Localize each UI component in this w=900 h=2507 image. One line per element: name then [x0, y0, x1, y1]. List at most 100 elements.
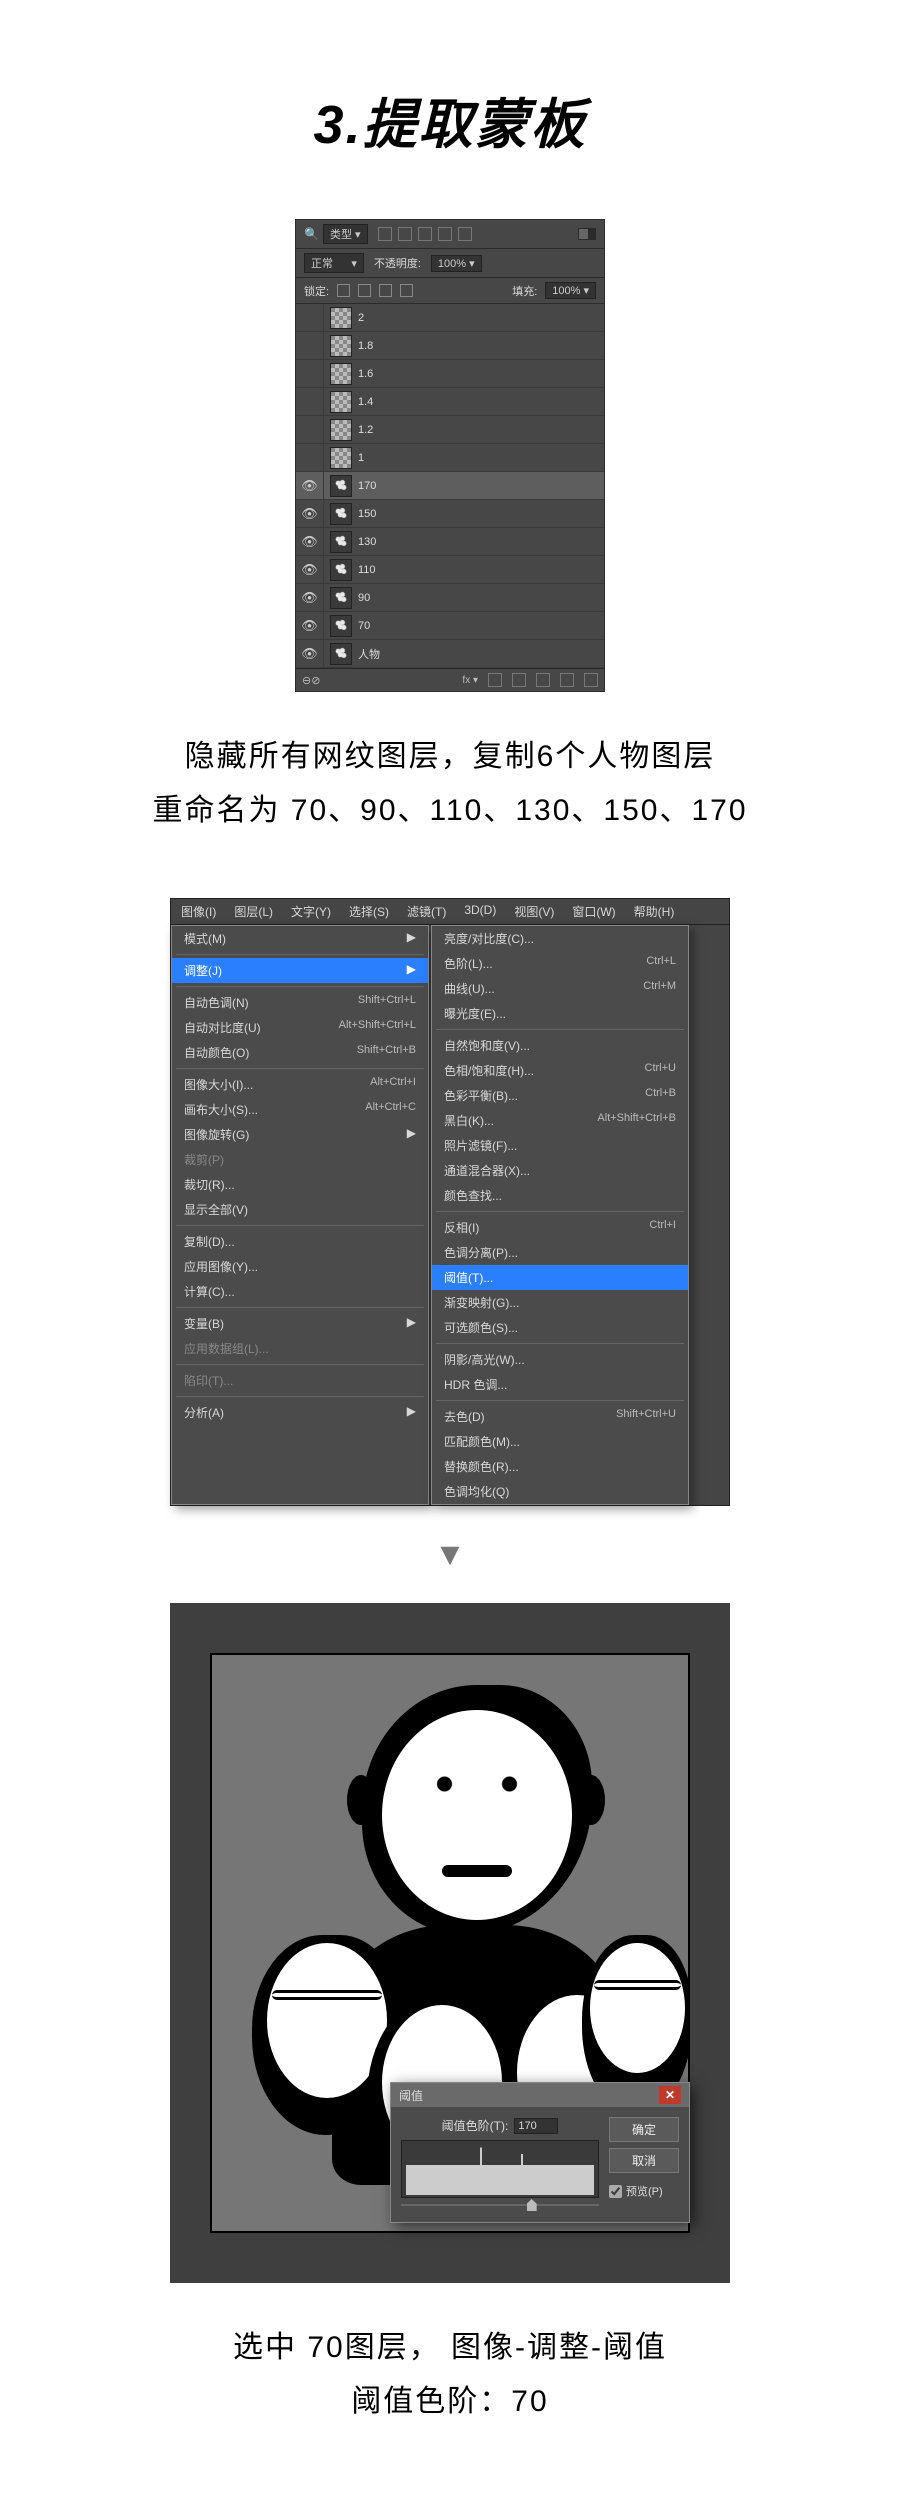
menu-item[interactable]: 阴影/高光(W)...: [432, 1347, 688, 1372]
menu-item[interactable]: 去色(D)Shift+Ctrl+U: [432, 1404, 688, 1429]
lock-pixels-icon[interactable]: [358, 284, 371, 297]
visibility-toggle[interactable]: [296, 388, 324, 416]
menu-item[interactable]: 色调均化(Q): [432, 1479, 688, 1504]
adjustment-icon[interactable]: [512, 673, 526, 687]
menu-item[interactable]: 替换颜色(R)...: [432, 1454, 688, 1479]
menubar-item[interactable]: 文字(Y): [291, 903, 331, 920]
menu-item[interactable]: 色阶(L)...Ctrl+L: [432, 951, 688, 976]
layer-row[interactable]: 👁 110: [296, 556, 604, 584]
menu-item[interactable]: 模式(M)▶: [172, 926, 428, 951]
menu-item[interactable]: 复制(D)...: [172, 1229, 428, 1254]
mask-icon[interactable]: [488, 673, 502, 687]
menu-item[interactable]: 应用图像(Y)...: [172, 1254, 428, 1279]
ok-button[interactable]: 确定: [609, 2117, 679, 2142]
layer-row[interactable]: 👁 90: [296, 584, 604, 612]
kind-select[interactable]: 类型 ▾: [323, 224, 368, 244]
layer-name[interactable]: 150: [358, 508, 376, 520]
menubar-item[interactable]: 窗口(W): [572, 903, 615, 920]
visibility-toggle[interactable]: [296, 304, 324, 332]
layer-name[interactable]: 1.2: [358, 424, 373, 436]
menu-item[interactable]: 自然饱和度(V)...: [432, 1033, 688, 1058]
layer-row[interactable]: 👁 170: [296, 472, 604, 500]
menu-item[interactable]: 阈值(T)...: [432, 1265, 688, 1290]
visibility-toggle[interactable]: [296, 416, 324, 444]
layer-name[interactable]: 1.8: [358, 340, 373, 352]
layer-name[interactable]: 2: [358, 312, 364, 324]
layer-row[interactable]: 1.2: [296, 416, 604, 444]
menubar-item[interactable]: 滤镜(T): [407, 903, 446, 920]
menu-item[interactable]: 调整(J)▶: [172, 958, 428, 983]
layer-row[interactable]: 2: [296, 304, 604, 332]
menubar-item[interactable]: 帮助(H): [634, 903, 675, 920]
menu-item[interactable]: 裁切(R)...: [172, 1172, 428, 1197]
visibility-toggle[interactable]: 👁: [296, 472, 324, 500]
new-layer-icon[interactable]: [560, 673, 574, 687]
menu-item[interactable]: 匹配颜色(M)...: [432, 1429, 688, 1454]
layer-name[interactable]: 130: [358, 536, 376, 548]
lock-all-icon[interactable]: [400, 284, 413, 297]
layer-name[interactable]: 90: [358, 592, 370, 604]
blend-mode-select[interactable]: 正常 ▾: [304, 253, 364, 273]
menubar-item[interactable]: 选择(S): [349, 903, 389, 920]
menu-item[interactable]: 自动颜色(O)Shift+Ctrl+B: [172, 1040, 428, 1065]
menubar-item[interactable]: 视图(V): [514, 903, 554, 920]
layer-row[interactable]: 👁 130: [296, 528, 604, 556]
lock-transparent-icon[interactable]: [337, 284, 350, 297]
visibility-toggle[interactable]: [296, 360, 324, 388]
menu-item[interactable]: 黑白(K)...Alt+Shift+Ctrl+B: [432, 1108, 688, 1133]
menu-item[interactable]: 反相(I)Ctrl+I: [432, 1215, 688, 1240]
layer-row[interactable]: 👁 150: [296, 500, 604, 528]
cancel-button[interactable]: 取消: [609, 2148, 679, 2173]
menu-item[interactable]: 图像大小(I)...Alt+Ctrl+I: [172, 1072, 428, 1097]
visibility-toggle[interactable]: 👁: [296, 528, 324, 556]
layer-name[interactable]: 170: [358, 480, 376, 492]
menu-item[interactable]: 显示全部(V): [172, 1197, 428, 1222]
menu-item[interactable]: 色彩平衡(B)...Ctrl+B: [432, 1083, 688, 1108]
menu-item[interactable]: 可选颜色(S)...: [432, 1315, 688, 1340]
menu-item[interactable]: 计算(C)...: [172, 1279, 428, 1304]
layer-row[interactable]: 1.6: [296, 360, 604, 388]
menu-item[interactable]: 色相/饱和度(H)...Ctrl+U: [432, 1058, 688, 1083]
menu-item[interactable]: 通道混合器(X)...: [432, 1158, 688, 1183]
menu-item[interactable]: 自动色调(N)Shift+Ctrl+L: [172, 990, 428, 1015]
menu-item[interactable]: 自动对比度(U)Alt+Shift+Ctrl+L: [172, 1015, 428, 1040]
visibility-toggle[interactable]: 👁: [296, 612, 324, 640]
close-icon[interactable]: ✕: [659, 2086, 681, 2104]
visibility-toggle[interactable]: 👁: [296, 584, 324, 612]
threshold-slider[interactable]: [401, 2200, 599, 2212]
delete-icon[interactable]: [584, 673, 598, 687]
menu-item[interactable]: 图像旋转(G)▶: [172, 1122, 428, 1147]
visibility-toggle[interactable]: 👁: [296, 556, 324, 584]
menu-item[interactable]: 渐变映射(G)...: [432, 1290, 688, 1315]
layer-row[interactable]: 👁 人物: [296, 640, 604, 668]
visibility-toggle[interactable]: 👁: [296, 500, 324, 528]
menu-item[interactable]: 颜色查找...: [432, 1183, 688, 1208]
menu-item[interactable]: 曝光度(E)...: [432, 1001, 688, 1026]
lock-position-icon[interactable]: [379, 284, 392, 297]
layer-name[interactable]: 1.6: [358, 368, 373, 380]
layer-name[interactable]: 110: [358, 564, 376, 576]
menu-item[interactable]: 照片滤镜(F)...: [432, 1133, 688, 1158]
preview-checkbox[interactable]: 预览(P): [609, 2183, 679, 2199]
menu-item[interactable]: HDR 色调...: [432, 1372, 688, 1397]
filter-icons[interactable]: [378, 227, 472, 241]
layer-name[interactable]: 70: [358, 620, 370, 632]
filter-toggle[interactable]: [578, 228, 596, 240]
menu-item[interactable]: 变量(B)▶: [172, 1311, 428, 1336]
menubar-item[interactable]: 图层(L): [234, 903, 273, 920]
menu-item[interactable]: 分析(A)▶: [172, 1400, 428, 1425]
layer-row[interactable]: 1: [296, 444, 604, 472]
layer-name[interactable]: 1.4: [358, 396, 373, 408]
layer-row[interactable]: 1.4: [296, 388, 604, 416]
menu-item[interactable]: 亮度/对比度(C)...: [432, 926, 688, 951]
visibility-toggle[interactable]: 👁: [296, 640, 324, 668]
layer-row[interactable]: 1.8: [296, 332, 604, 360]
layer-name[interactable]: 人物: [358, 646, 380, 662]
slider-knob[interactable]: [527, 2199, 537, 2211]
group-icon[interactable]: [536, 673, 550, 687]
layer-name[interactable]: 1: [358, 452, 364, 464]
menubar-item[interactable]: 图像(I): [181, 903, 216, 920]
menubar-item[interactable]: 3D(D): [464, 903, 496, 920]
visibility-toggle[interactable]: [296, 444, 324, 472]
menu-item[interactable]: 画布大小(S)...Alt+Ctrl+C: [172, 1097, 428, 1122]
